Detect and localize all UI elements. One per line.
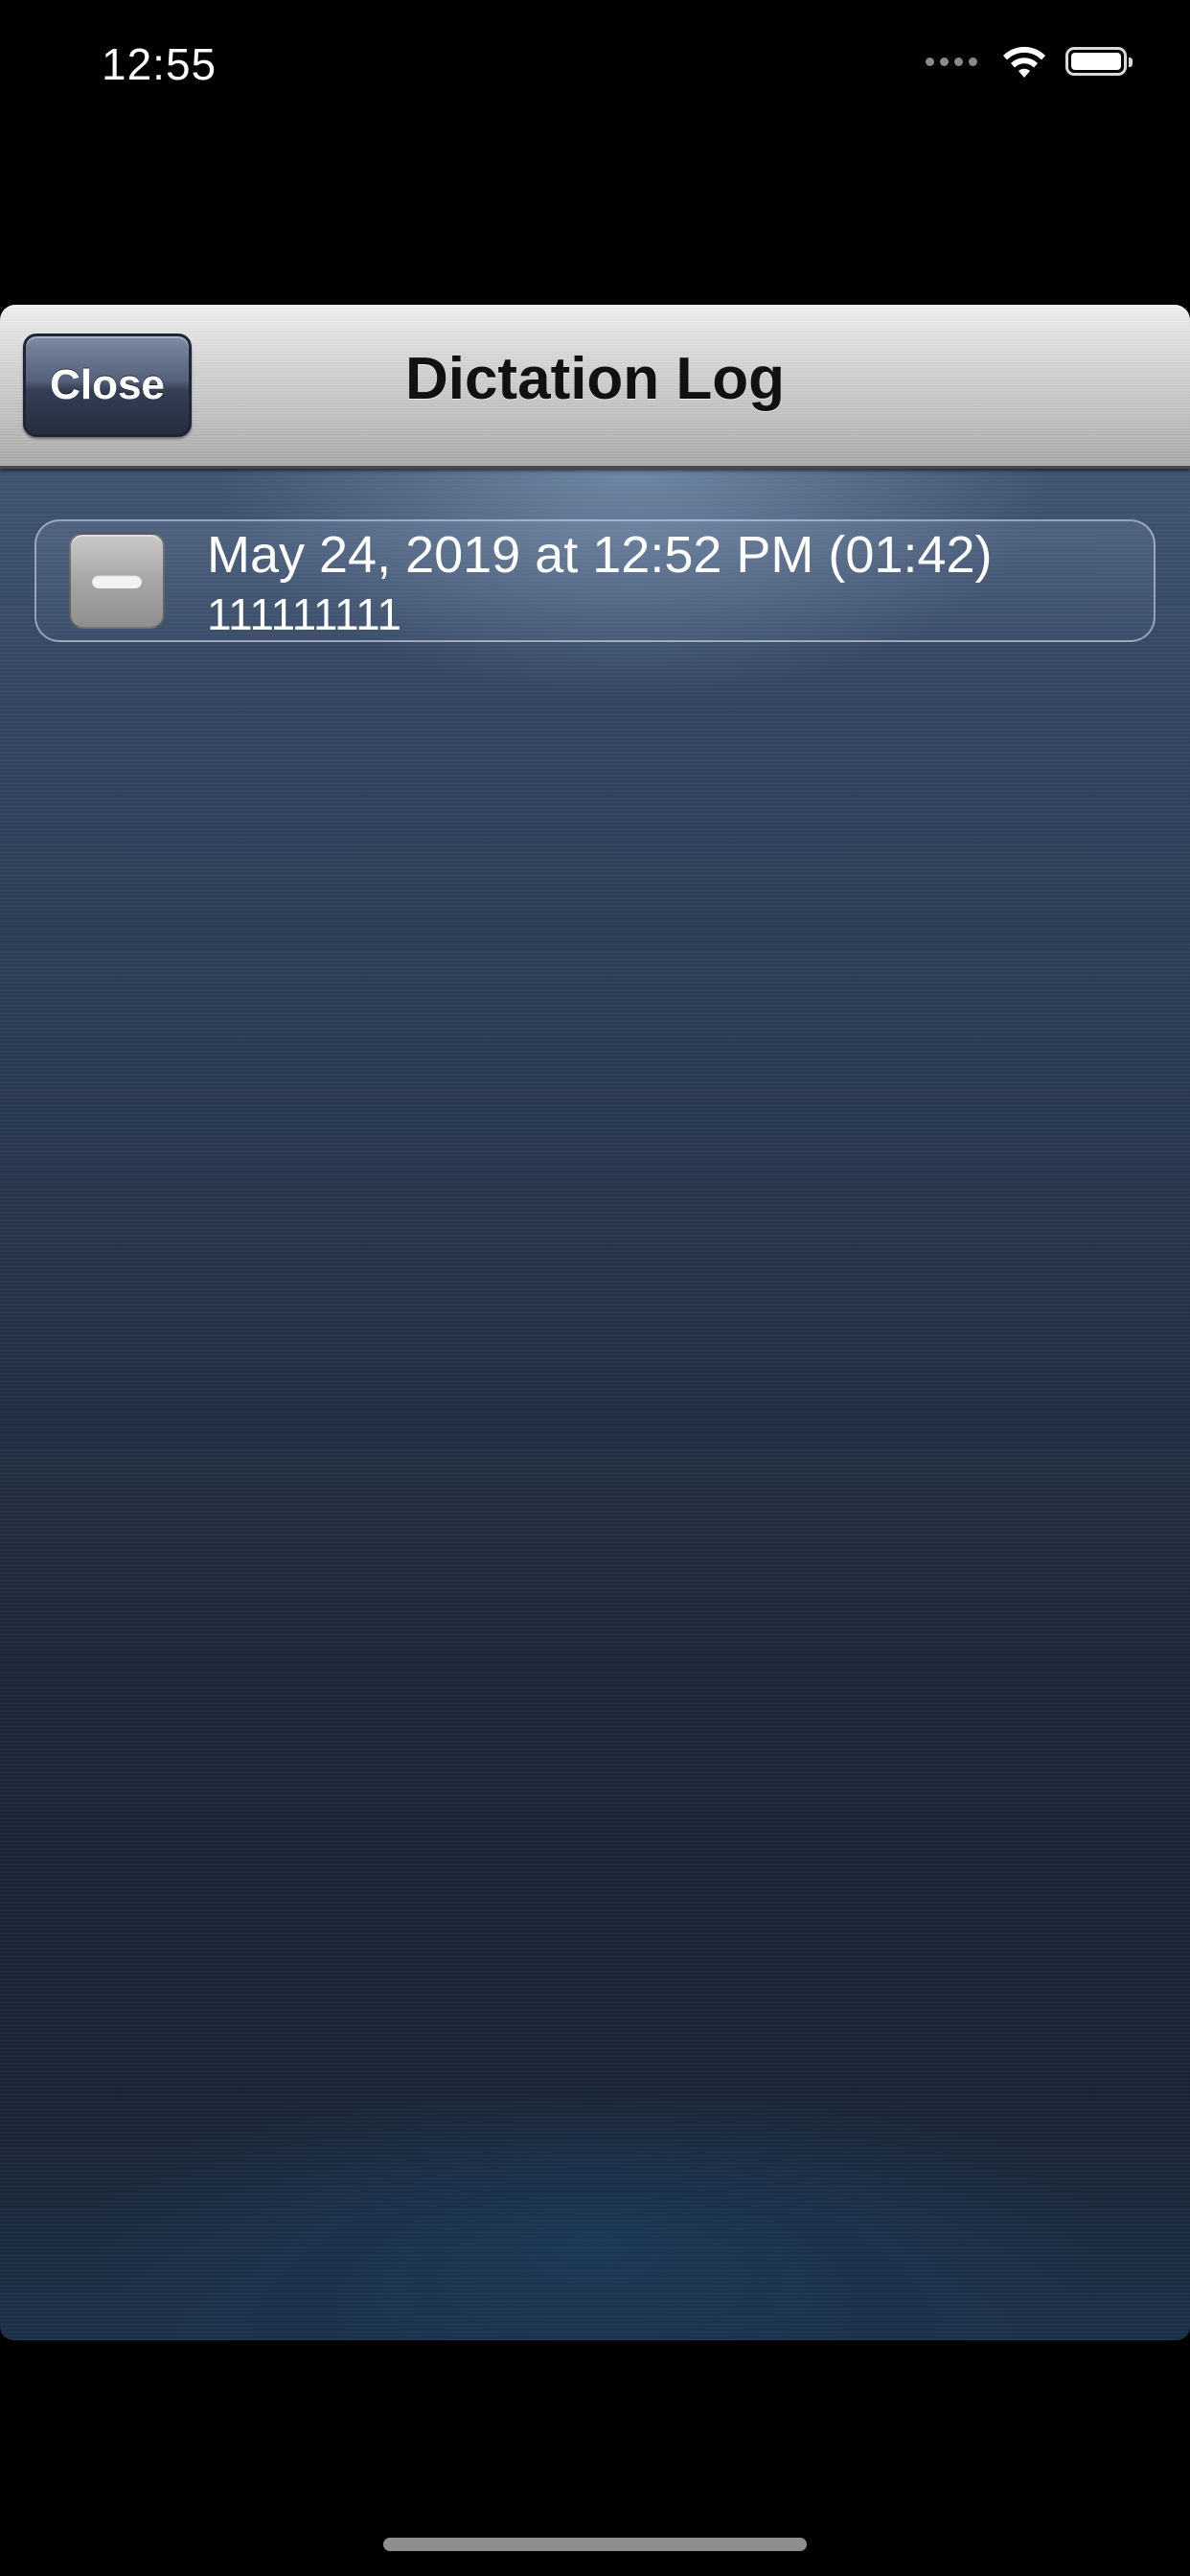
log-entry-row[interactable]: May 24, 2019 at 12:52 PM (01:42) 1111111… [34, 519, 1156, 642]
log-entry-title: May 24, 2019 at 12:52 PM (01:42) [207, 526, 993, 584]
home-indicator[interactable] [383, 2538, 807, 2551]
delete-entry-button[interactable] [69, 533, 165, 629]
page-title: Dictation Log [404, 346, 786, 412]
signal-dots-icon [926, 57, 977, 66]
status-bar: 12:55 [0, 0, 1190, 134]
status-icons [926, 42, 1133, 80]
wifi-icon [1003, 46, 1045, 78]
minus-icon [92, 575, 142, 588]
status-time: 12:55 [102, 39, 217, 89]
nav-bar: Close Dictation Log [0, 305, 1190, 469]
dictation-log-sheet: Close Dictation Log May 24, 2019 at 12:5… [0, 305, 1190, 2340]
log-entry-text: 111111111 [207, 589, 401, 639]
battery-icon [1065, 47, 1133, 76]
